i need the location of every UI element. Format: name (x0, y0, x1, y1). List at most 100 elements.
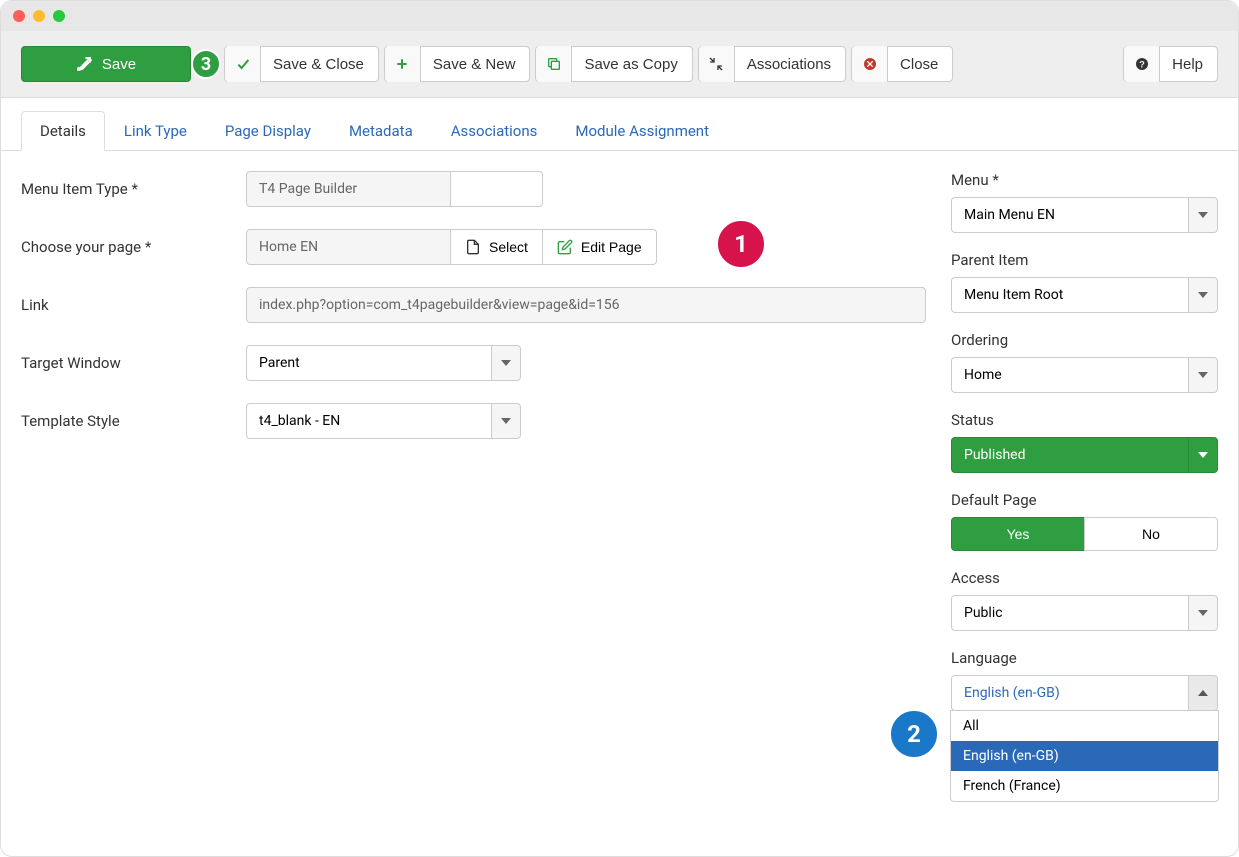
template-style-select[interactable]: t4_blank - EN (246, 403, 521, 439)
plus-icon (394, 56, 410, 72)
pencil-icon (557, 239, 573, 255)
target-window-select[interactable]: Parent (246, 345, 521, 381)
label-language: Language (951, 649, 1218, 667)
edit-page-label: Edit Page (581, 239, 642, 255)
list-icon (465, 181, 481, 197)
close-button[interactable]: Close (851, 46, 953, 82)
label-link: Link (21, 296, 246, 314)
status-value: Published (951, 437, 1188, 473)
main-column: Menu Item Type * T4 Page Builder Select … (21, 171, 926, 729)
label-choose-page: Choose your page * (21, 238, 246, 256)
language-dropdown: All English (en-GB) French (France) (950, 710, 1219, 802)
target-window-value: Parent (246, 345, 491, 381)
caret-down-icon (1188, 197, 1218, 233)
associations-label: Associations (747, 56, 831, 73)
caret-down-icon (491, 345, 521, 381)
svg-text:?: ? (1139, 59, 1145, 69)
parent-select[interactable]: Menu Item Root (951, 277, 1218, 313)
tab-link-type[interactable]: Link Type (105, 111, 206, 151)
default-no-button[interactable]: No (1084, 517, 1218, 551)
save-label: Save (102, 56, 136, 73)
label-status: Status (951, 411, 1218, 429)
save-copy-label: Save as Copy (584, 56, 677, 73)
field-status: Status Published (951, 411, 1218, 473)
save-new-button[interactable]: Save & New (384, 46, 531, 82)
menu-select[interactable]: Main Menu EN (951, 197, 1218, 233)
associations-button[interactable]: Associations (698, 46, 846, 82)
annotation-badge-1: 1 (716, 219, 766, 269)
save-close-label: Save & Close (273, 56, 364, 73)
select-menu-type-button[interactable]: Select (450, 171, 543, 207)
edit-icon (78, 56, 94, 72)
content-area: Menu Item Type * T4 Page Builder Select … (1, 151, 1238, 749)
help-button[interactable]: ? Help (1123, 46, 1218, 82)
save-new-label: Save & New (433, 56, 516, 73)
tab-bar: Details Link Type Page Display Metadata … (1, 98, 1238, 151)
label-template-style: Template Style (21, 412, 246, 430)
language-select[interactable]: English (en-GB) All English (en-GB) Fren… (951, 675, 1218, 711)
window-titlebar (1, 1, 1238, 31)
edit-page-button[interactable]: Edit Page (542, 229, 657, 265)
parent-value: Menu Item Root (951, 277, 1188, 313)
language-option-fr[interactable]: French (France) (951, 771, 1218, 801)
default-yes-button[interactable]: Yes (951, 517, 1085, 551)
label-target-window: Target Window (21, 354, 246, 372)
tab-page-display[interactable]: Page Display (206, 111, 330, 151)
ordering-select[interactable]: Home (951, 357, 1218, 393)
annotation-badge-3: 3 (191, 49, 221, 79)
caret-down-icon (1188, 277, 1218, 313)
caret-up-icon (1188, 675, 1218, 711)
label-menu: Menu * (951, 171, 1218, 189)
field-parent: Parent Item Menu Item Root (951, 251, 1218, 313)
caret-down-icon (1188, 357, 1218, 393)
select-page-label: Select (489, 239, 528, 255)
row-menu-item-type: Menu Item Type * T4 Page Builder Select (21, 171, 926, 207)
language-option-all[interactable]: All (951, 711, 1218, 741)
help-label: Help (1172, 56, 1203, 73)
field-menu: Menu * Main Menu EN (951, 171, 1218, 233)
menu-value: Main Menu EN (951, 197, 1188, 233)
save-copy-button[interactable]: Save as Copy (535, 46, 692, 82)
tab-associations[interactable]: Associations (432, 111, 557, 151)
close-label: Close (900, 56, 938, 73)
caret-down-icon (491, 403, 521, 439)
toolbar: Save 3 Save & Close Save & New Save as C… (1, 31, 1238, 98)
tab-metadata[interactable]: Metadata (330, 111, 432, 151)
row-template-style: Template Style t4_blank - EN (21, 403, 926, 439)
ordering-value: Home (951, 357, 1188, 393)
label-menu-item-type: Menu Item Type * (21, 180, 246, 198)
tab-details[interactable]: Details (21, 111, 105, 151)
default-page-toggle: Yes No (951, 517, 1218, 551)
select-btn-label: Select (489, 181, 528, 197)
field-language: Language English (en-GB) All English (en… (951, 649, 1218, 711)
field-access: Access Public (951, 569, 1218, 631)
row-choose-page: Choose your page * Home EN Select Edit P… (21, 229, 926, 265)
minimize-window-icon[interactable] (33, 10, 45, 22)
template-style-value: t4_blank - EN (246, 403, 491, 439)
save-button[interactable]: Save (21, 46, 191, 82)
access-value: Public (951, 595, 1188, 631)
caret-down-icon (1188, 595, 1218, 631)
contract-icon (708, 56, 724, 72)
select-page-button[interactable]: Select (450, 229, 543, 265)
choose-page-value: Home EN (246, 229, 451, 265)
language-option-en[interactable]: English (en-GB) (951, 741, 1218, 771)
question-icon: ? (1134, 56, 1150, 72)
language-value: English (en-GB) (951, 675, 1188, 711)
checkmark-icon (235, 56, 251, 72)
save-close-button[interactable]: Save & Close (224, 46, 379, 82)
side-column: Menu * Main Menu EN Parent Item Menu Ite… (951, 171, 1218, 729)
menu-item-type-value: T4 Page Builder (246, 171, 451, 207)
field-ordering: Ordering Home (951, 331, 1218, 393)
maximize-window-icon[interactable] (53, 10, 65, 22)
tab-module-assignment[interactable]: Module Assignment (556, 111, 728, 151)
label-ordering: Ordering (951, 331, 1218, 349)
close-window-icon[interactable] (13, 10, 25, 22)
caret-down-icon (1188, 437, 1218, 473)
access-select[interactable]: Public (951, 595, 1218, 631)
label-parent: Parent Item (951, 251, 1218, 269)
link-value: index.php?option=com_t4pagebuilder&view=… (246, 287, 926, 323)
label-default-page: Default Page (951, 491, 1218, 509)
cancel-icon (862, 56, 878, 72)
status-select[interactable]: Published (951, 437, 1218, 473)
